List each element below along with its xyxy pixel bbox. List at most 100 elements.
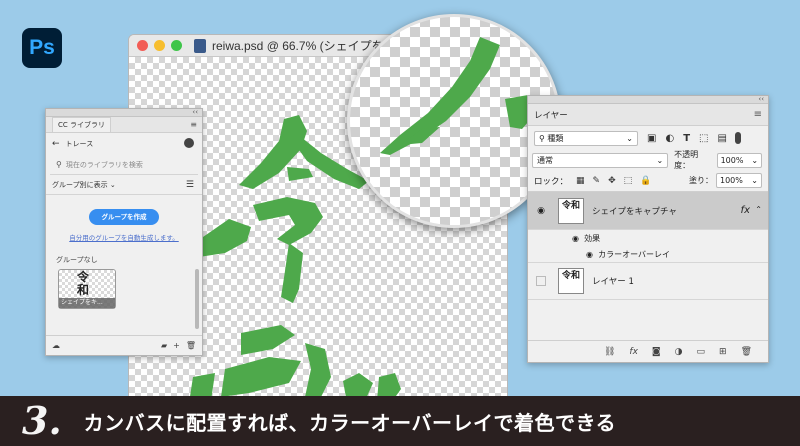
chevron-down-icon: ⌄ (626, 133, 633, 143)
lock-position-icon[interactable]: ✥ (608, 176, 616, 186)
lock-artboard-icon[interactable]: ⬚ (624, 176, 633, 186)
list-view-icon[interactable]: ☰ (186, 180, 194, 190)
lock-transparency-icon[interactable]: ▦ (576, 176, 585, 186)
tab-cc-libraries[interactable]: CC ライブラリ (52, 117, 112, 132)
shape-filter-icon[interactable]: ⬚ (699, 133, 708, 144)
blend-row: 通常 ⌄ 不透明度： 100% ⌄ (528, 150, 768, 170)
psd-file-icon (194, 38, 206, 53)
opacity-value: 100% (720, 155, 744, 165)
trash-icon[interactable]: 🗑 (186, 341, 196, 350)
collapse-panel-icon[interactable]: ‹‹ (758, 95, 764, 103)
photoshop-logo: Ps (22, 28, 62, 68)
trash-icon[interactable]: 🗑 (741, 347, 752, 357)
back-to-library-row[interactable]: ← トレース (46, 133, 202, 155)
chevron-down-icon: ⌄ (656, 155, 664, 165)
lock-all-icon[interactable]: 🔒 (640, 176, 651, 186)
fx-icon[interactable]: fx (741, 205, 750, 216)
zoom-window-button[interactable] (171, 40, 182, 51)
layers-panel: ‹‹ レイヤー ≡ ⚲ 種類 ⌄ ▣ ◐ T ⬚ ▤ 通常 ⌄ 不透明度： 10… (527, 95, 769, 363)
filter-kind-value: 種類 (547, 133, 564, 143)
layer-thumbnail-text: 令和 (561, 271, 580, 281)
visibility-eye-icon[interactable]: ◉ (572, 234, 584, 243)
filter-kind-select[interactable]: ⚲ 種類 ⌄ (534, 130, 638, 146)
no-group-heading: グループなし (56, 256, 98, 264)
fill-value: 100% (720, 176, 743, 185)
cloud-sync-icon[interactable]: ☁ (52, 341, 60, 350)
visibility-eye-icon[interactable]: ◉ (534, 206, 548, 216)
cc-tab-row: CC ライブラリ ≡ (46, 117, 202, 133)
effects-row[interactable]: ◉ 効果 (528, 230, 768, 246)
panel-scrollbar[interactable] (195, 269, 199, 329)
opacity-label: 不透明度： (674, 150, 699, 170)
close-window-button[interactable] (137, 40, 148, 51)
filter-toggle[interactable] (734, 132, 741, 144)
reiwa-thumbnail-art: 令和 (77, 270, 90, 297)
search-icon: ⚲ (56, 160, 62, 169)
color-overlay-label: カラーオーバーレイ (598, 249, 670, 259)
caption-band: 3. カンバスに配置すれば、カラーオーバーレイで着色できる (0, 396, 800, 446)
group-view-label: グループ別に表示 (52, 180, 108, 189)
back-arrow-icon[interactable]: ← (52, 139, 60, 149)
chevron-down-icon: ⌄ (751, 155, 759, 165)
layer-thumbnail: 令和 (558, 268, 584, 294)
search-icon: ⚲ (539, 133, 548, 143)
layer-filter-row: ⚲ 種類 ⌄ ▣ ◐ T ⬚ ▤ (528, 126, 768, 150)
smart-object-filter-icon[interactable]: ▤ (717, 133, 726, 144)
collapse-panel-icon[interactable]: ‹‹ (192, 108, 198, 116)
library-search-field[interactable]: ⚲ 現在のライブラリを検索 (50, 155, 198, 175)
panel-header-strip: ‹‹ (46, 108, 202, 117)
blend-mode-select[interactable]: 通常 ⌄ (532, 152, 669, 168)
panel-menu-icon[interactable]: ≡ (190, 120, 197, 129)
folder-icon[interactable]: ▰ (161, 341, 167, 350)
chevron-down-icon: ⌄ (751, 176, 758, 185)
add-element-icon[interactable]: + (173, 341, 180, 350)
pixel-filter-icon[interactable]: ▣ (647, 133, 656, 144)
color-overlay-row[interactable]: ◉ カラーオーバーレイ (528, 246, 768, 262)
screenshot-root: { "app_logo": "Ps", "document": { "title… (0, 0, 800, 446)
layer-name: シェイプをキャプチャ (592, 206, 677, 217)
link-layers-icon[interactable]: ⛓ (604, 347, 615, 357)
add-mask-icon[interactable]: ◙ (652, 347, 661, 357)
library-name: トレース (65, 140, 94, 148)
step-number: 3. (22, 398, 62, 443)
group-view-dropdown[interactable]: グループ別に表示 ⌄ ☰ (46, 175, 202, 195)
layer-row-layer-1[interactable]: 令和 レイヤー 1 (528, 262, 768, 300)
opacity-field[interactable]: 100% ⌄ (716, 152, 763, 168)
minimize-window-button[interactable] (154, 40, 165, 51)
chevron-down-icon: ⌄ (107, 180, 116, 189)
cc-panel-footer: ☁ ▰ + 🗑 (46, 335, 202, 355)
type-filter-icon[interactable]: T (683, 133, 690, 144)
lock-label: ロック： (534, 176, 569, 187)
new-layer-icon[interactable]: ⊞ (719, 347, 727, 357)
fill-field[interactable]: 100% ⌄ (716, 173, 762, 188)
layer-name: レイヤー 1 (592, 277, 634, 287)
lock-row: ロック： ▦ ✎ ✥ ⬚ 🔒 塗り： 100% ⌄ (528, 170, 768, 192)
layer-row-shape-capture[interactable]: ◉ 令和 シェイプをキャプチャ fx ⌃ (528, 192, 768, 230)
search-placeholder: 現在のライブラリを検索 (65, 160, 143, 169)
adjustment-layer-icon[interactable]: ◑ (675, 347, 683, 357)
layers-panel-footer: ⛓ fx ◙ ◑ ▭ ⊞ 🗑 (528, 340, 768, 362)
layer-thumbnail: 令和 (558, 197, 584, 224)
effects-label: 効果 (584, 233, 601, 243)
library-item-label: シェイプをキ... (59, 298, 115, 308)
blend-mode-value: 通常 (537, 155, 553, 165)
layers-tab-row: レイヤー ≡ (528, 104, 768, 126)
user-avatar-icon[interactable] (184, 138, 194, 148)
fill-label: 塗り： (689, 176, 713, 185)
panel-menu-icon[interactable]: ≡ (754, 109, 762, 120)
tab-layers[interactable]: レイヤー (534, 109, 568, 121)
panel-header-strip: ‹‹ (528, 95, 768, 104)
create-group-button[interactable]: グループを作成 (89, 209, 159, 225)
lock-paint-icon[interactable]: ✎ (593, 176, 601, 186)
caption-text: カンバスに配置すれば、カラーオーバーレイで着色できる (83, 410, 617, 435)
cc-libraries-panel: ‹‹ CC ライブラリ ≡ ← トレース ⚲ 現在のライブラリを検索 グループ別… (45, 108, 203, 356)
layer-thumbnail-text: 令和 (561, 200, 580, 211)
add-style-fx-icon[interactable]: fx (629, 347, 638, 357)
new-group-folder-icon[interactable]: ▭ (697, 347, 706, 357)
adjustment-filter-icon[interactable]: ◐ (665, 133, 674, 144)
chevron-up-icon[interactable]: ⌃ (755, 205, 762, 214)
visibility-eye-icon[interactable]: ◉ (586, 250, 598, 259)
library-item-thumbnail[interactable]: 令和 シェイプをキ... (58, 269, 116, 309)
autogen-groups-link[interactable]: 自分用のグループを自動生成します。 (46, 233, 202, 243)
visibility-off-box[interactable] (536, 276, 546, 286)
